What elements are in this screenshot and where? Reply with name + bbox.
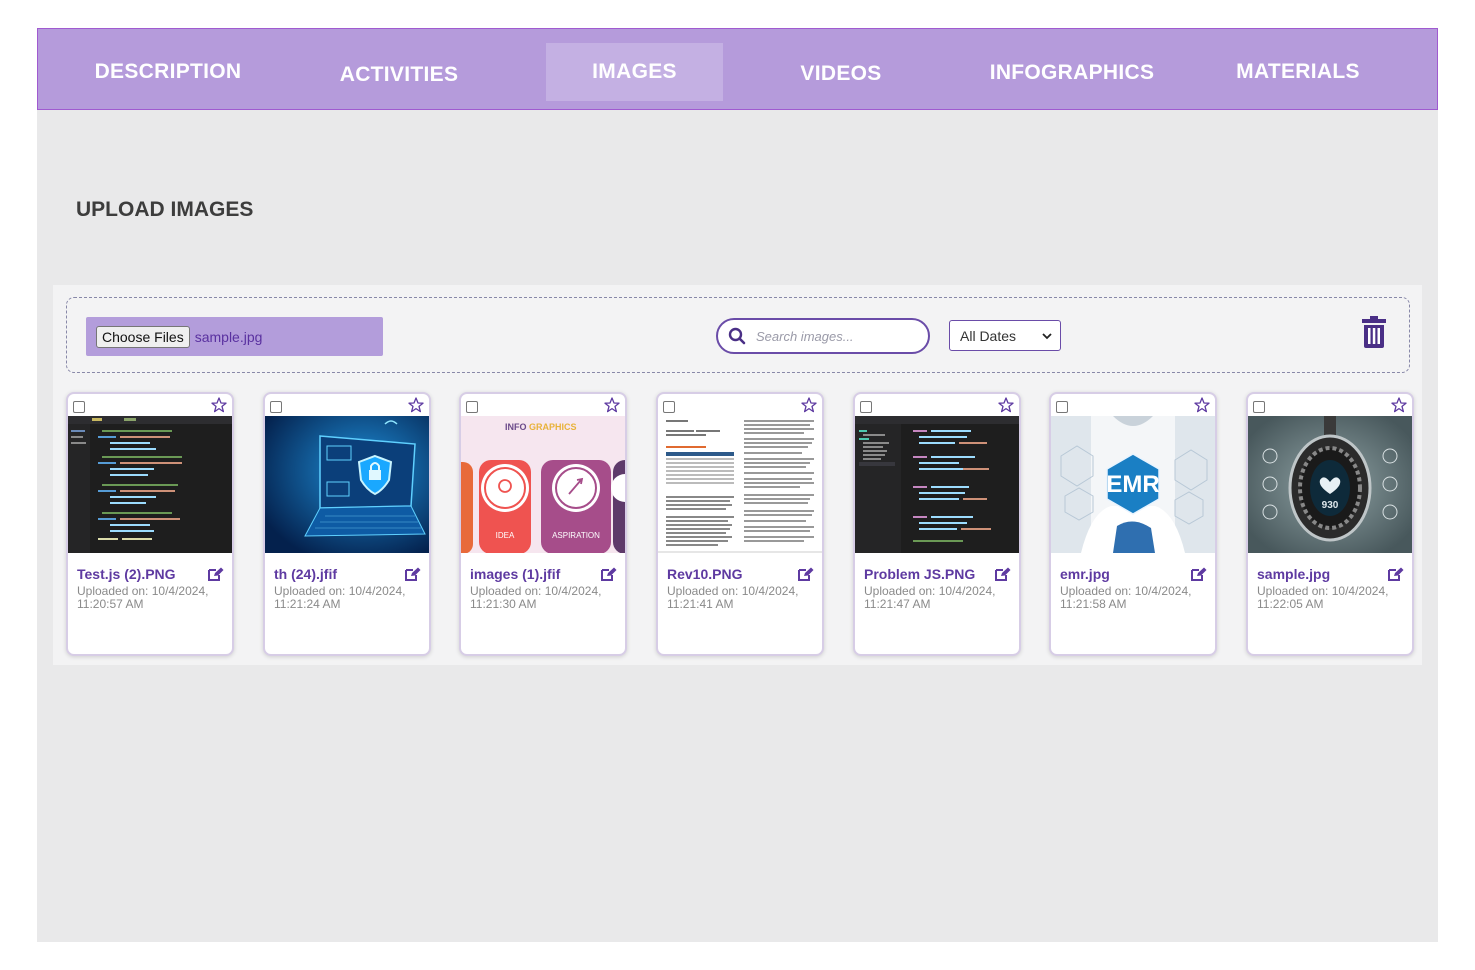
- upload-time: 11:21:41 AM: [667, 597, 734, 611]
- upload-time: 11:21:24 AM: [274, 597, 341, 611]
- svg-text:INFO: INFO: [505, 422, 527, 432]
- date-filter-select[interactable]: All Dates: [949, 320, 1061, 351]
- search-icon: [728, 327, 746, 345]
- image-card[interactable]: th (24).jfif Uploaded on: 10/4/2024, 11:…: [263, 392, 431, 656]
- tab-bar: DESCRIPTION ACTIVITIES IMAGES VIDEOS INF…: [37, 28, 1438, 110]
- image-card[interactable]: Problem JS.PNG Uploaded on: 10/4/2024, 1…: [853, 392, 1021, 656]
- star-icon[interactable]: [604, 397, 620, 413]
- upload-time: 11:21:30 AM: [470, 597, 537, 611]
- image-thumbnail[interactable]: 930: [1248, 416, 1412, 553]
- upload-meta: Uploaded on: 10/4/2024, 11:22:05 AM: [1257, 585, 1407, 611]
- choose-files-button[interactable]: Choose Files: [96, 325, 190, 348]
- star-icon[interactable]: [801, 397, 817, 413]
- upload-toolbar: Choose Files sample.jpg All Dates: [66, 297, 1410, 373]
- delete-button[interactable]: [1361, 316, 1387, 353]
- image-panel: Choose Files sample.jpg All Dates: [53, 285, 1422, 665]
- svg-text:ASPIRATION: ASPIRATION: [552, 531, 600, 540]
- upload-date: 10/4/2024,: [544, 584, 602, 598]
- upload-date: 10/4/2024,: [151, 584, 209, 598]
- upload-meta: Uploaded on: 10/4/2024, 11:21:41 AM: [667, 585, 817, 611]
- upload-time: 11:20:57 AM: [77, 597, 144, 611]
- select-checkbox[interactable]: [860, 401, 872, 413]
- image-name: Rev10.PNG: [667, 566, 743, 582]
- upload-meta: Uploaded on: 10/4/2024, 11:21:47 AM: [864, 585, 1014, 611]
- star-icon[interactable]: [211, 397, 227, 413]
- uploaded-label: Uploaded on:: [1257, 584, 1329, 598]
- upload-date: 10/4/2024,: [348, 584, 406, 598]
- chevron-down-icon: [1042, 332, 1052, 339]
- uploaded-label: Uploaded on:: [1060, 584, 1132, 598]
- image-thumbnail[interactable]: [855, 416, 1019, 553]
- image-thumbnail[interactable]: INFO GRAPHICS IDEA ASPIRATION: [461, 416, 625, 553]
- select-checkbox[interactable]: [1056, 401, 1068, 413]
- image-card[interactable]: Test.js (2).PNG Uploaded on: 10/4/2024, …: [66, 392, 234, 656]
- svg-text:EMR: EMR: [1106, 471, 1159, 498]
- upload-meta: Uploaded on: 10/4/2024, 11:20:57 AM: [77, 585, 227, 611]
- star-icon[interactable]: [1391, 397, 1407, 413]
- select-checkbox[interactable]: [466, 401, 478, 413]
- svg-text:IDEA: IDEA: [496, 531, 515, 540]
- uploaded-label: Uploaded on:: [864, 584, 936, 598]
- select-checkbox[interactable]: [73, 401, 85, 413]
- image-name: th (24).jfif: [274, 566, 337, 582]
- image-name: emr.jpg: [1060, 566, 1110, 582]
- upload-meta: Uploaded on: 10/4/2024, 11:21:58 AM: [1060, 585, 1210, 611]
- image-thumbnail[interactable]: EMR: [1051, 416, 1215, 553]
- edit-icon[interactable]: [601, 567, 617, 581]
- upload-meta: Uploaded on: 10/4/2024, 11:21:24 AM: [274, 585, 424, 611]
- tab-videos[interactable]: VIDEOS: [778, 45, 904, 103]
- edit-icon[interactable]: [1191, 567, 1207, 581]
- edit-icon[interactable]: [798, 567, 814, 581]
- search-input[interactable]: [754, 327, 908, 345]
- edit-icon[interactable]: [1388, 567, 1404, 581]
- uploaded-label: Uploaded on:: [667, 584, 739, 598]
- tab-materials[interactable]: MATERIALS: [1218, 43, 1378, 101]
- image-card[interactable]: Rev10.PNG Uploaded on: 10/4/2024, 11:21:…: [656, 392, 824, 656]
- star-icon[interactable]: [1194, 397, 1210, 413]
- image-name: Problem JS.PNG: [864, 566, 976, 582]
- upload-date: 10/4/2024,: [938, 584, 996, 598]
- upload-date: 10/4/2024,: [1134, 584, 1192, 598]
- edit-icon[interactable]: [995, 567, 1011, 581]
- tab-description[interactable]: DESCRIPTION: [82, 43, 254, 101]
- image-thumbnail[interactable]: [68, 416, 232, 553]
- trash-icon: [1362, 316, 1386, 348]
- upload-date: 10/4/2024,: [741, 584, 799, 598]
- image-card[interactable]: EMR emr.jpg Uploaded on: 10/4/2024, 11:2…: [1049, 392, 1217, 656]
- select-checkbox[interactable]: [663, 401, 675, 413]
- tab-infographics[interactable]: INFOGRAPHICS: [970, 44, 1174, 102]
- image-name: images (1).jfif: [470, 566, 561, 582]
- image-name: Test.js (2).PNG: [77, 566, 176, 582]
- uploaded-label: Uploaded on:: [77, 584, 149, 598]
- tab-activities[interactable]: ACTIVITIES: [318, 46, 480, 104]
- tab-images[interactable]: IMAGES: [546, 43, 723, 101]
- selected-file-name: sample.jpg: [194, 328, 263, 345]
- star-icon[interactable]: [998, 397, 1014, 413]
- image-card[interactable]: INFO GRAPHICS IDEA ASPIRATION images (1)…: [459, 392, 627, 656]
- image-thumbnail[interactable]: [658, 416, 822, 553]
- section-title: UPLOAD IMAGES: [76, 198, 254, 221]
- image-card[interactable]: 930 sample.jpg Uploaded on: 10/4/2024, 1…: [1246, 392, 1414, 656]
- uploaded-label: Uploaded on:: [470, 584, 542, 598]
- upload-meta: Uploaded on: 10/4/2024, 11:21:30 AM: [470, 585, 620, 611]
- upload-time: 11:22:05 AM: [1257, 597, 1324, 611]
- edit-icon[interactable]: [208, 567, 224, 581]
- upload-time: 11:21:58 AM: [1060, 597, 1127, 611]
- select-checkbox[interactable]: [270, 401, 282, 413]
- search-box[interactable]: [716, 318, 930, 354]
- svg-text:930: 930: [1322, 500, 1339, 511]
- page-frame: DESCRIPTION ACTIVITIES IMAGES VIDEOS INF…: [37, 28, 1438, 942]
- svg-text:GRAPHICS: GRAPHICS: [529, 422, 577, 432]
- upload-date: 10/4/2024,: [1331, 584, 1389, 598]
- upload-time: 11:21:47 AM: [864, 597, 931, 611]
- file-picker[interactable]: Choose Files sample.jpg: [86, 317, 383, 356]
- uploaded-label: Uploaded on:: [274, 584, 346, 598]
- image-thumbnail[interactable]: [265, 416, 429, 553]
- date-filter-value: All Dates: [960, 327, 1017, 344]
- star-icon[interactable]: [408, 397, 424, 413]
- select-checkbox[interactable]: [1253, 401, 1265, 413]
- edit-icon[interactable]: [405, 567, 421, 581]
- image-name: sample.jpg: [1257, 566, 1331, 582]
